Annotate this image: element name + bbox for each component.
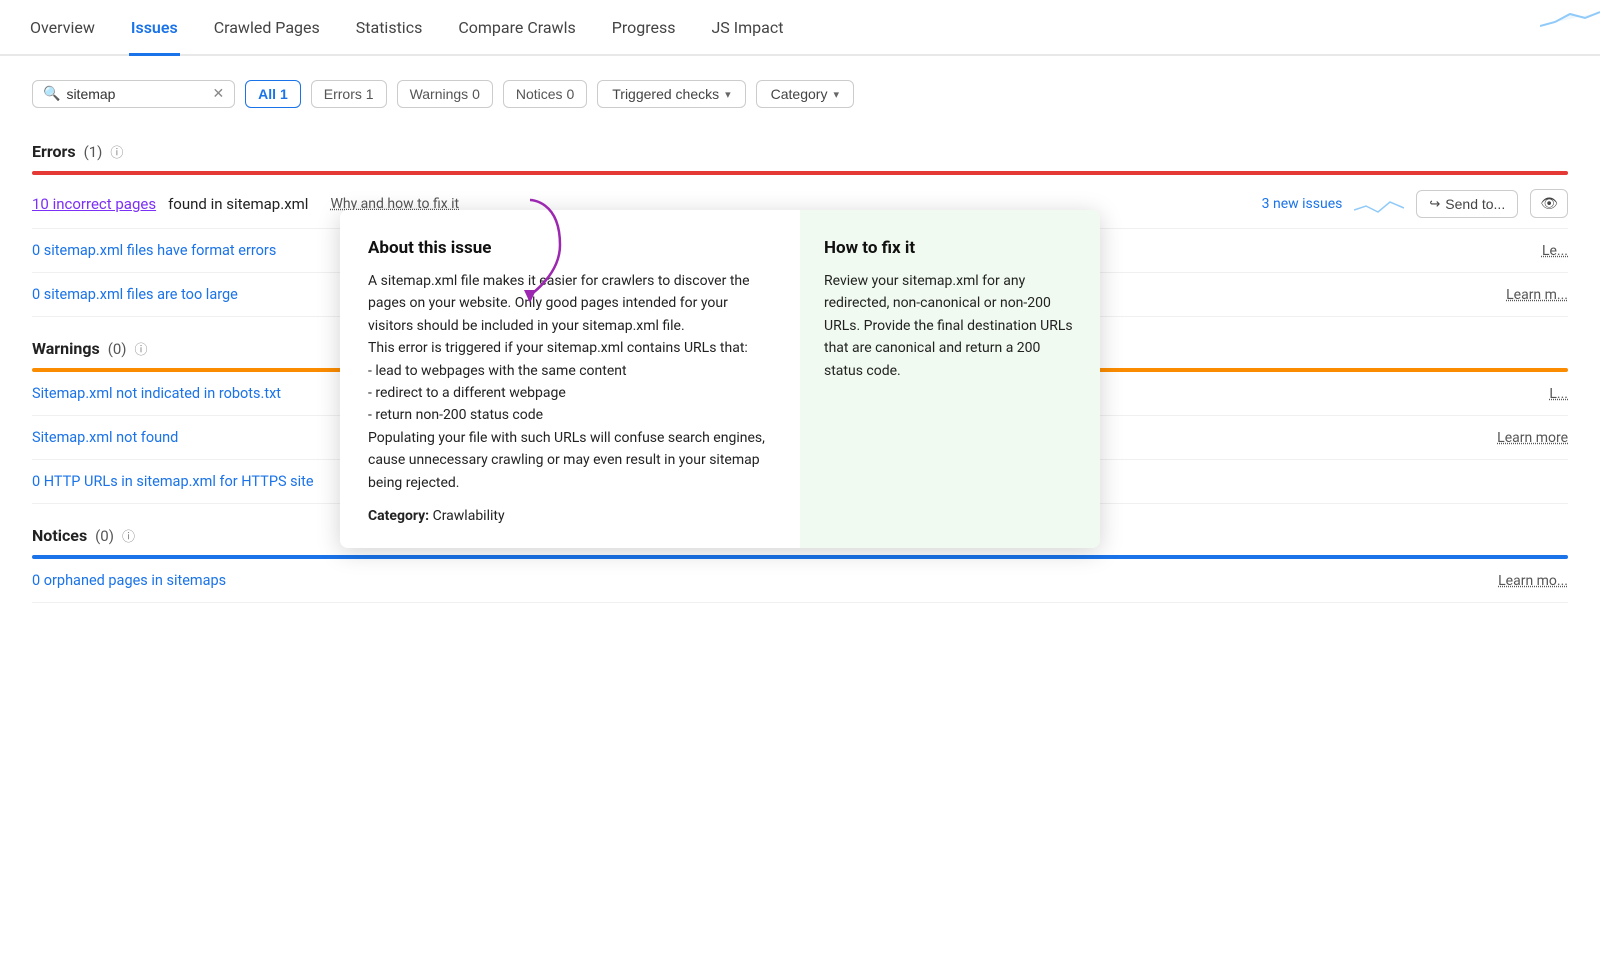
triggered-checks-dropdown[interactable]: Triggered checks ▾	[597, 80, 745, 108]
warnings-filter-button[interactable]: Warnings 0	[397, 80, 493, 108]
notices-title: Notices	[32, 526, 87, 545]
notices-count: (0)	[95, 527, 114, 545]
search-input[interactable]	[66, 86, 206, 102]
notices-filter-button[interactable]: Notices 0	[503, 80, 587, 108]
popup-category-value: Crawlability	[433, 508, 505, 524]
filter-bar: 🔍 ✕ All 1 Errors 1 Warnings 0 Notices 0 …	[32, 80, 1568, 108]
popup-category: Category: Crawlability	[368, 508, 772, 524]
nav-crawled-pages[interactable]: Crawled Pages	[212, 0, 322, 56]
new-issues-badge[interactable]: 3 new issues	[1262, 196, 1343, 212]
errors-filter-button[interactable]: Errors 1	[311, 80, 387, 108]
warnings-count: (0)	[108, 340, 127, 358]
learn-more-w0[interactable]: L...	[1549, 386, 1568, 402]
warnings-info-icon[interactable]: ⓘ	[135, 339, 148, 358]
category-arrow-icon: ▾	[833, 88, 839, 101]
nav-progress[interactable]: Progress	[610, 0, 678, 56]
warnings-title: Warnings	[32, 339, 100, 358]
popup-about-section: About this issue A sitemap.xml file make…	[340, 210, 800, 548]
eye-button[interactable]: 👁	[1530, 189, 1568, 218]
popup-fix-section: How to fix it Review your sitemap.xml fo…	[800, 210, 1100, 548]
popup-fix-text: Review your sitemap.xml for any redirect…	[824, 270, 1076, 382]
learn-more-n0[interactable]: Learn mo...	[1498, 573, 1568, 589]
triggered-checks-arrow-icon: ▾	[725, 88, 731, 101]
send-icon: ↪	[1429, 196, 1440, 212]
nav-overview[interactable]: Overview	[28, 0, 97, 56]
notices-info-icon[interactable]: ⓘ	[122, 526, 135, 545]
notice-link-0[interactable]: 0 orphaned pages in sitemaps	[32, 572, 1488, 589]
main-issue-link[interactable]: 10 incorrect pages	[32, 195, 156, 213]
nav-js-impact[interactable]: JS Impact	[709, 0, 785, 56]
category-dropdown[interactable]: Category ▾	[756, 80, 854, 108]
errors-count: (1)	[84, 143, 103, 161]
search-box: 🔍 ✕	[32, 80, 235, 108]
all-filter-button[interactable]: All 1	[245, 80, 301, 108]
main-issue-text: found in sitemap.xml	[168, 195, 308, 213]
learn-more-0[interactable]: Le...	[1542, 243, 1568, 259]
nav-compare-crawls[interactable]: Compare Crawls	[456, 0, 577, 56]
top-nav: Overview Issues Crawled Pages Statistics…	[0, 0, 1600, 56]
errors-header-row: Errors (1) ⓘ	[32, 136, 1568, 167]
popup-about-text: A sitemap.xml file makes it easier for c…	[368, 270, 772, 494]
errors-title: Errors	[32, 142, 76, 161]
learn-more-w1[interactable]: Learn more	[1497, 430, 1568, 446]
send-to-button[interactable]: ↪ Send to...	[1416, 190, 1518, 218]
search-icon: 🔍	[43, 86, 60, 102]
nav-issues[interactable]: Issues	[129, 0, 180, 56]
errors-info-icon[interactable]: ⓘ	[110, 142, 123, 161]
notice-row-0: 0 orphaned pages in sitemaps Learn mo...	[32, 559, 1568, 603]
new-issues-sparkline	[1354, 192, 1404, 216]
errors-sparkline-chart	[1540, 4, 1600, 32]
eye-icon: 👁	[1540, 195, 1558, 211]
clear-icon[interactable]: ✕	[212, 86, 224, 102]
issue-detail-popup[interactable]: About this issue A sitemap.xml file make…	[340, 210, 1100, 548]
popup-fix-title: How to fix it	[824, 238, 1076, 258]
learn-more-1[interactable]: Learn m...	[1506, 287, 1568, 303]
popup-about-title: About this issue	[368, 238, 772, 258]
nav-statistics[interactable]: Statistics	[354, 0, 425, 56]
errors-header: Errors (1) ⓘ	[32, 136, 123, 167]
